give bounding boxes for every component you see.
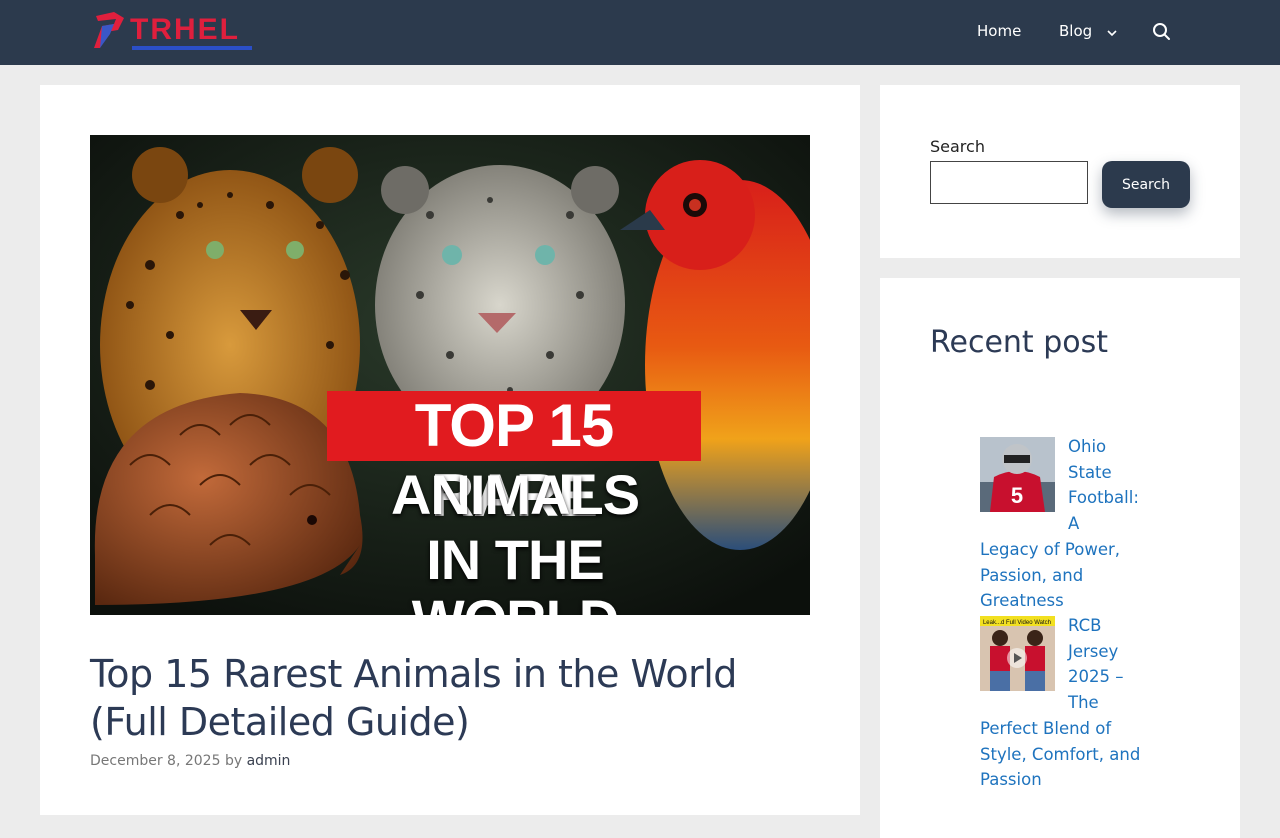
search-icon[interactable] bbox=[1152, 22, 1172, 42]
search-button[interactable]: Search bbox=[1102, 161, 1190, 208]
post-meta: December 8, 2025 by admin bbox=[90, 753, 290, 769]
svg-text:5: 5 bbox=[1011, 483, 1023, 508]
logo-text: TRHEL bbox=[130, 13, 240, 46]
site-logo[interactable]: TRHEL bbox=[90, 8, 260, 56]
search-input[interactable] bbox=[930, 161, 1088, 204]
recent-posts-title: Recent post bbox=[930, 325, 1109, 360]
nav-home[interactable]: Home bbox=[977, 22, 1021, 40]
recent-post-item: 5 Ohio State Football: A Legacy of Power… bbox=[980, 434, 1142, 614]
recent-post-item: Leak...d Full Video Watch RCB Jersey 202… bbox=[980, 613, 1142, 793]
article-card: TOP 15 RARE ANIMALS IN THE WORLD Top 15 … bbox=[40, 85, 860, 815]
hero-line-2: ANIMALS bbox=[390, 463, 640, 526]
post-by: by bbox=[224, 753, 243, 769]
post-title[interactable]: Top 15 Rarest Animals in the World (Full… bbox=[90, 650, 810, 746]
hero-line-3: IN THE WORLD bbox=[412, 528, 620, 616]
recent-post-thumbnail[interactable]: Leak...d Full Video Watch bbox=[980, 616, 1055, 691]
svg-text:Leak...d Full Video Watch: Leak...d Full Video Watch bbox=[983, 620, 1051, 626]
logo-mark: TRHEL bbox=[94, 12, 252, 50]
recent-posts-widget: Recent post 5 Ohio State Football: A Leg… bbox=[880, 278, 1240, 838]
recent-post-thumbnail[interactable]: 5 bbox=[980, 437, 1055, 512]
featured-image[interactable]: TOP 15 RARE ANIMALS IN THE WORLD bbox=[90, 135, 810, 615]
chevron-down-icon bbox=[1107, 23, 1117, 41]
search-widget: Search Search bbox=[880, 85, 1240, 258]
site-header: TRHEL Home Blog bbox=[0, 0, 1280, 65]
nav-blog-label: Blog bbox=[1059, 22, 1093, 40]
post-author[interactable]: admin bbox=[247, 753, 291, 769]
nav-blog[interactable]: Blog bbox=[1059, 22, 1117, 41]
hero-line-1: TOP 15 RARE bbox=[327, 391, 701, 529]
post-date[interactable]: December 8, 2025 bbox=[90, 753, 220, 769]
search-label: Search bbox=[930, 137, 985, 156]
hero-overlay: TOP 15 RARE ANIMALS IN THE WORLD bbox=[90, 135, 810, 615]
